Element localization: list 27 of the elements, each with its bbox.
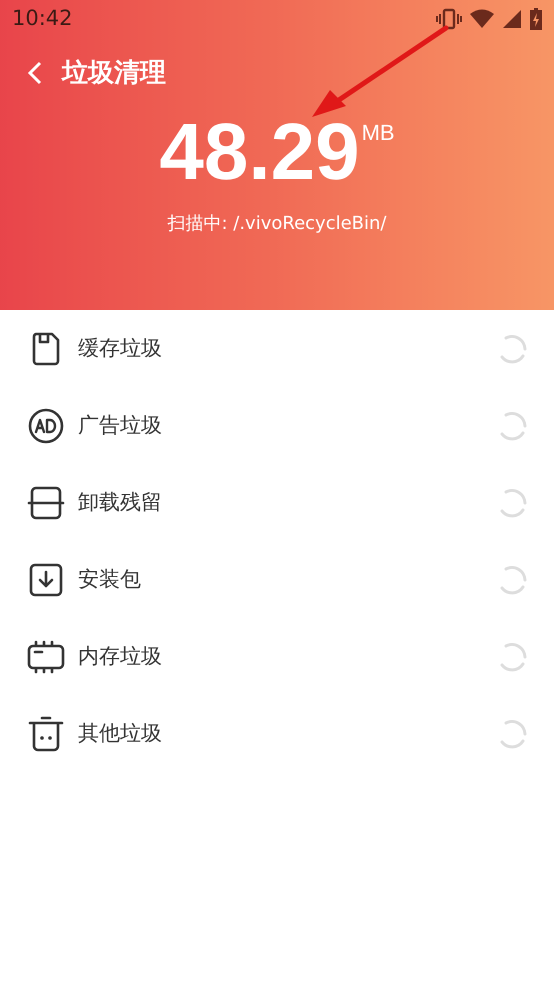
file-icon [30, 330, 62, 366]
wifi-icon [470, 9, 494, 29]
signal-icon [502, 9, 522, 29]
battery-icon [530, 8, 542, 30]
category-label: 缓存垃圾 [78, 334, 163, 362]
junk-category-row[interactable]: 缓存垃圾 [0, 310, 554, 387]
junk-category-row[interactable]: 安装包 [0, 541, 554, 618]
ad-icon [27, 406, 65, 444]
category-label: 安装包 [78, 566, 142, 593]
junk-category-row[interactable]: 其他垃圾 [0, 695, 554, 772]
chip-icon [26, 640, 66, 674]
category-label: 广告垃圾 [78, 412, 163, 439]
download-icon [28, 562, 64, 598]
vibrate-icon [436, 8, 462, 30]
page-title: 垃圾清理 [62, 56, 166, 90]
size-unit: MB [362, 119, 395, 147]
category-label: 内存垃圾 [78, 642, 163, 670]
junk-size: 48.29 [159, 112, 360, 192]
junk-category-row[interactable]: 广告垃圾 [0, 387, 554, 464]
trash-icon [27, 714, 65, 752]
scan-status: 扫描中: /.vivoRecycleBin/ [167, 212, 386, 236]
junk-category-row[interactable]: 卸载残留 [0, 464, 554, 541]
category-label: 其他垃圾 [78, 720, 163, 747]
junk-category-row[interactable]: 内存垃圾 [0, 618, 554, 695]
category-label: 卸载残留 [78, 488, 163, 516]
status-time: 10:42 [12, 5, 73, 32]
box-icon [27, 484, 65, 520]
